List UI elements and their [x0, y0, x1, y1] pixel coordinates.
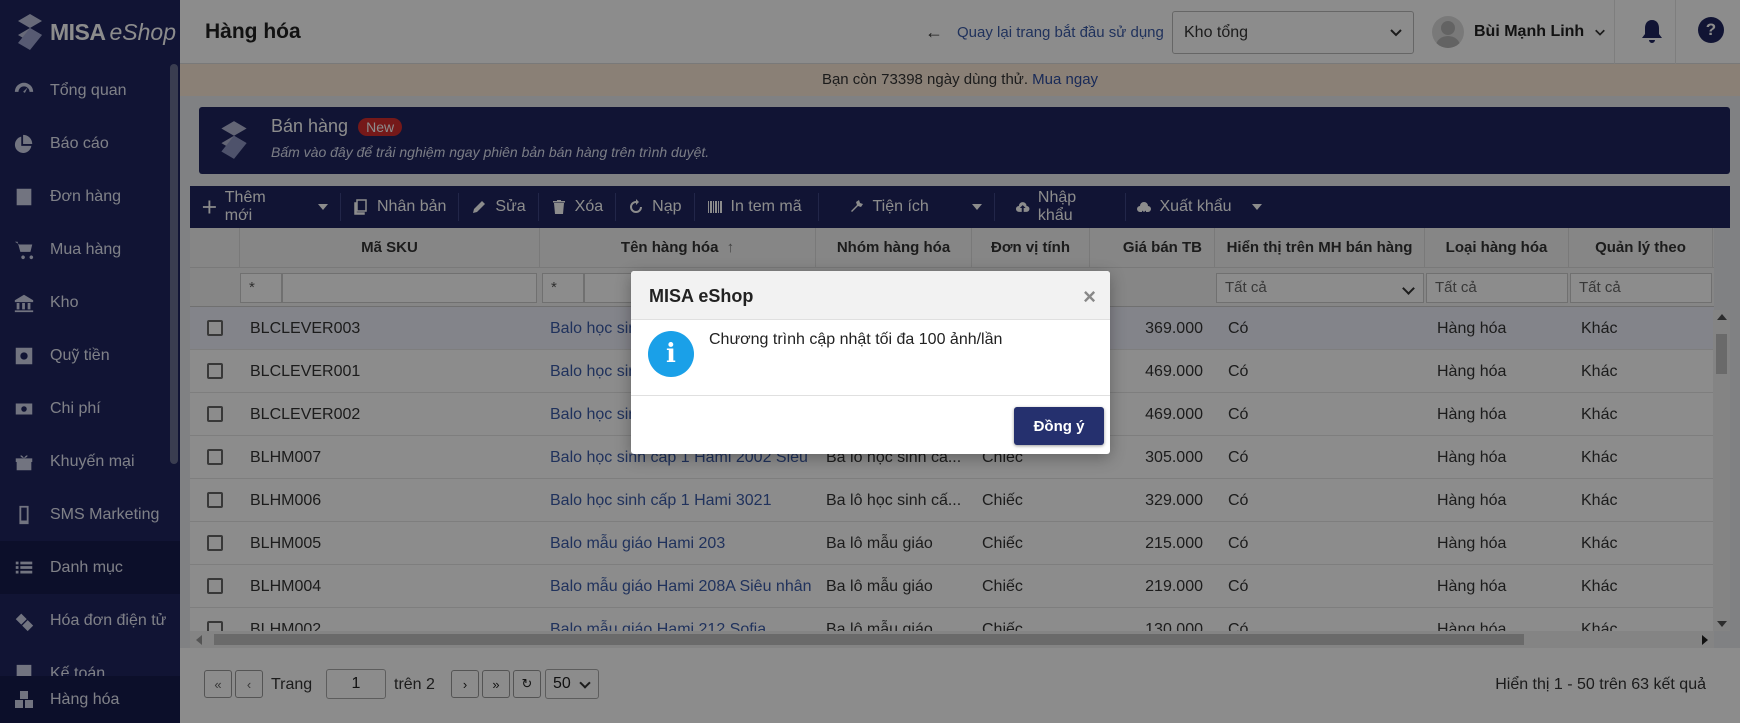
ok-button[interactable]: Đồng ý — [1014, 407, 1104, 445]
dialog-body: i Chương trình cập nhật tối đa 100 ảnh/l… — [631, 320, 1110, 396]
info-icon: i — [648, 331, 694, 377]
dialog-message: Chương trình cập nhật tối đa 100 ảnh/lần — [709, 331, 1003, 348]
close-icon[interactable]: × — [1083, 284, 1096, 310]
dialog-header: MISA eShop × — [631, 271, 1110, 320]
info-dialog: MISA eShop × i Chương trình cập nhật tối… — [631, 271, 1110, 454]
dialog-title: MISA eShop — [649, 286, 754, 306]
